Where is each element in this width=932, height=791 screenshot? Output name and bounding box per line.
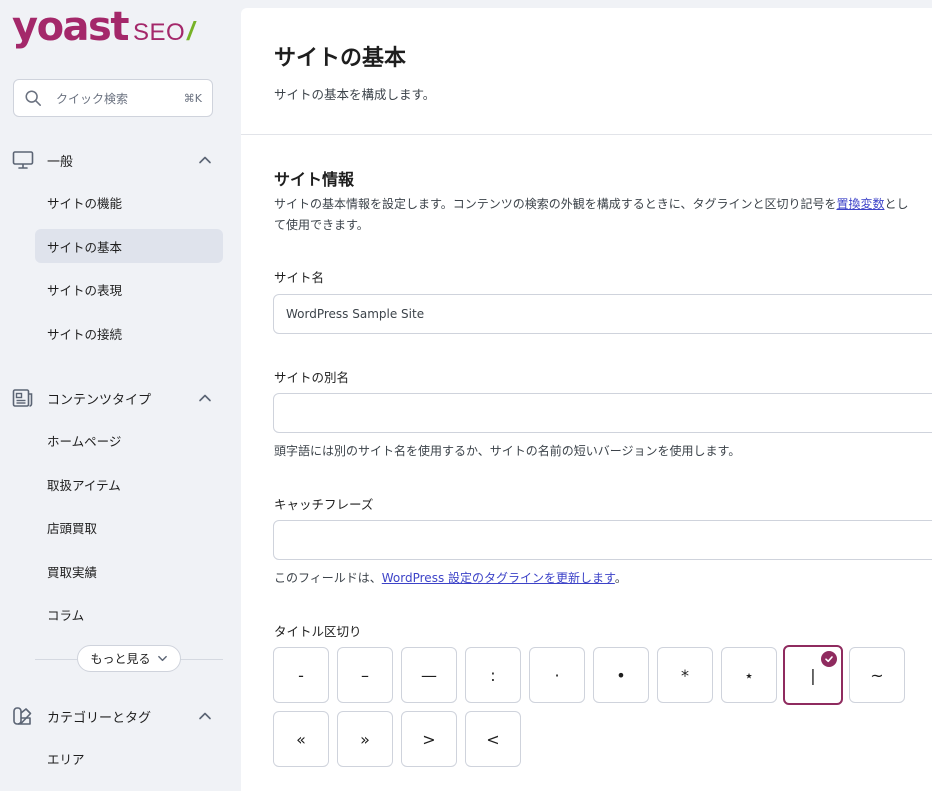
sidebar-item-store-purchase[interactable]: 店頭買取 xyxy=(35,510,223,544)
separator-option-selected[interactable]: | xyxy=(783,645,843,705)
section-categories-tags[interactable]: カテゴリーとタグ xyxy=(12,704,212,728)
newspaper-icon xyxy=(12,387,34,409)
logo-seo-text: SEO xyxy=(132,19,186,46)
sidebar-item-area[interactable]: エリア xyxy=(35,741,223,775)
tagline-hint-suffix: 。 xyxy=(614,571,627,585)
replacement-variables-link[interactable]: 置換変数 xyxy=(836,197,884,211)
separator-option[interactable]: * xyxy=(657,647,713,703)
section-title: カテゴリーとタグ xyxy=(47,710,152,726)
title-separator-label: タイトル区切り xyxy=(274,624,362,639)
section-title-site-info: サイト情報 xyxy=(274,170,355,189)
separator-option-label: | xyxy=(810,665,816,685)
separator-option[interactable]: < xyxy=(465,711,521,767)
chevron-down-icon xyxy=(157,653,168,664)
site-alt-name-label: サイトの別名 xyxy=(274,370,350,385)
tagline-hint-prefix: このフィールドは、 xyxy=(274,571,382,585)
site-name-label: サイト名 xyxy=(274,270,325,285)
page-title: サイトの基本 xyxy=(274,46,407,71)
section-content-types[interactable]: コンテンツタイプ xyxy=(12,386,212,410)
section-general[interactable]: 一般 xyxy=(12,148,212,172)
separator-option[interactable]: - xyxy=(273,647,329,703)
section-description: サイトの基本情報を設定します。コンテンツの検索の外観を構成するときに、タグライン… xyxy=(274,194,914,236)
yoast-logo[interactable]: yoast SEO / xyxy=(12,4,194,54)
sidebar-item-column[interactable]: コラム xyxy=(35,597,223,631)
sidebar-item-homepage[interactable]: ホームページ xyxy=(35,423,223,457)
divider xyxy=(241,134,932,135)
separator-option[interactable]: « xyxy=(273,711,329,767)
section-title: 一般 xyxy=(47,154,74,170)
tagline-label: キャッチフレーズ xyxy=(274,497,374,512)
color-swatch-icon xyxy=(12,705,34,727)
logo-wordmark: yoast xyxy=(12,4,129,50)
chevron-up-icon[interactable] xyxy=(198,709,212,723)
page-description: サイトの基本を構成します。 xyxy=(274,87,436,102)
separator-option[interactable]: > xyxy=(401,711,457,767)
sidebar-item-purchase-results[interactable]: 買取実績 xyxy=(35,554,223,588)
section-title: コンテンツタイプ xyxy=(47,392,152,408)
sidebar-item-site-basics[interactable]: サイトの基本 xyxy=(35,229,223,263)
show-more-label: もっと見る xyxy=(90,652,151,666)
separator-option[interactable]: · xyxy=(529,647,585,703)
quick-search-input[interactable]: クイック検索 ⌘K xyxy=(13,79,213,117)
desktop-icon xyxy=(12,149,34,171)
tagline-hint: このフィールドは、WordPress 設定のタグラインを更新します。 xyxy=(274,569,627,586)
tagline-input[interactable] xyxy=(273,520,932,560)
site-name-input[interactable]: WordPress Sample Site xyxy=(273,294,932,334)
logo-slash-mark: / xyxy=(187,16,195,46)
chevron-up-icon[interactable] xyxy=(198,153,212,167)
search-icon xyxy=(25,90,41,106)
search-placeholder: クイック検索 xyxy=(56,91,129,106)
separator-option[interactable]: • xyxy=(593,647,649,703)
desc-text: サイトの基本情報を設定します。コンテンツの検索の外観を構成するときに、タグライン… xyxy=(274,197,837,211)
show-more-button[interactable]: もっと見る xyxy=(77,645,181,672)
sidebar-item-site-features[interactable]: サイトの機能 xyxy=(35,185,223,219)
site-alt-name-input[interactable] xyxy=(273,393,932,433)
separator-option[interactable]: ~ xyxy=(849,647,905,703)
separator-option[interactable]: – xyxy=(337,647,393,703)
chevron-up-icon[interactable] xyxy=(198,391,212,405)
search-shortcut: ⌘K xyxy=(183,91,202,105)
sidebar: yoast SEO / クイック検索 ⌘K 一般 サイトの機能 サイトの基本 サ… xyxy=(0,0,240,791)
wordpress-settings-link[interactable]: WordPress 設定のタグラインを更新します xyxy=(382,571,615,585)
check-icon xyxy=(821,651,837,667)
sidebar-item-site-representation[interactable]: サイトの表現 xyxy=(35,272,223,306)
separator-option[interactable]: ⋆ xyxy=(721,647,777,703)
alt-name-hint: 頭字語には別のサイト名を使用するか、サイトの名前の短いバージョンを使用します。 xyxy=(274,444,741,458)
separator-option[interactable]: : xyxy=(465,647,521,703)
sidebar-item-site-connections[interactable]: サイトの接続 xyxy=(35,316,223,350)
sidebar-item-items[interactable]: 取扱アイテム xyxy=(35,467,223,501)
separator-option[interactable]: » xyxy=(337,711,393,767)
main-panel: サイトの基本 サイトの基本を構成します。 サイト情報 サイトの基本情報を設定しま… xyxy=(241,8,932,791)
separator-option[interactable]: — xyxy=(401,647,457,703)
